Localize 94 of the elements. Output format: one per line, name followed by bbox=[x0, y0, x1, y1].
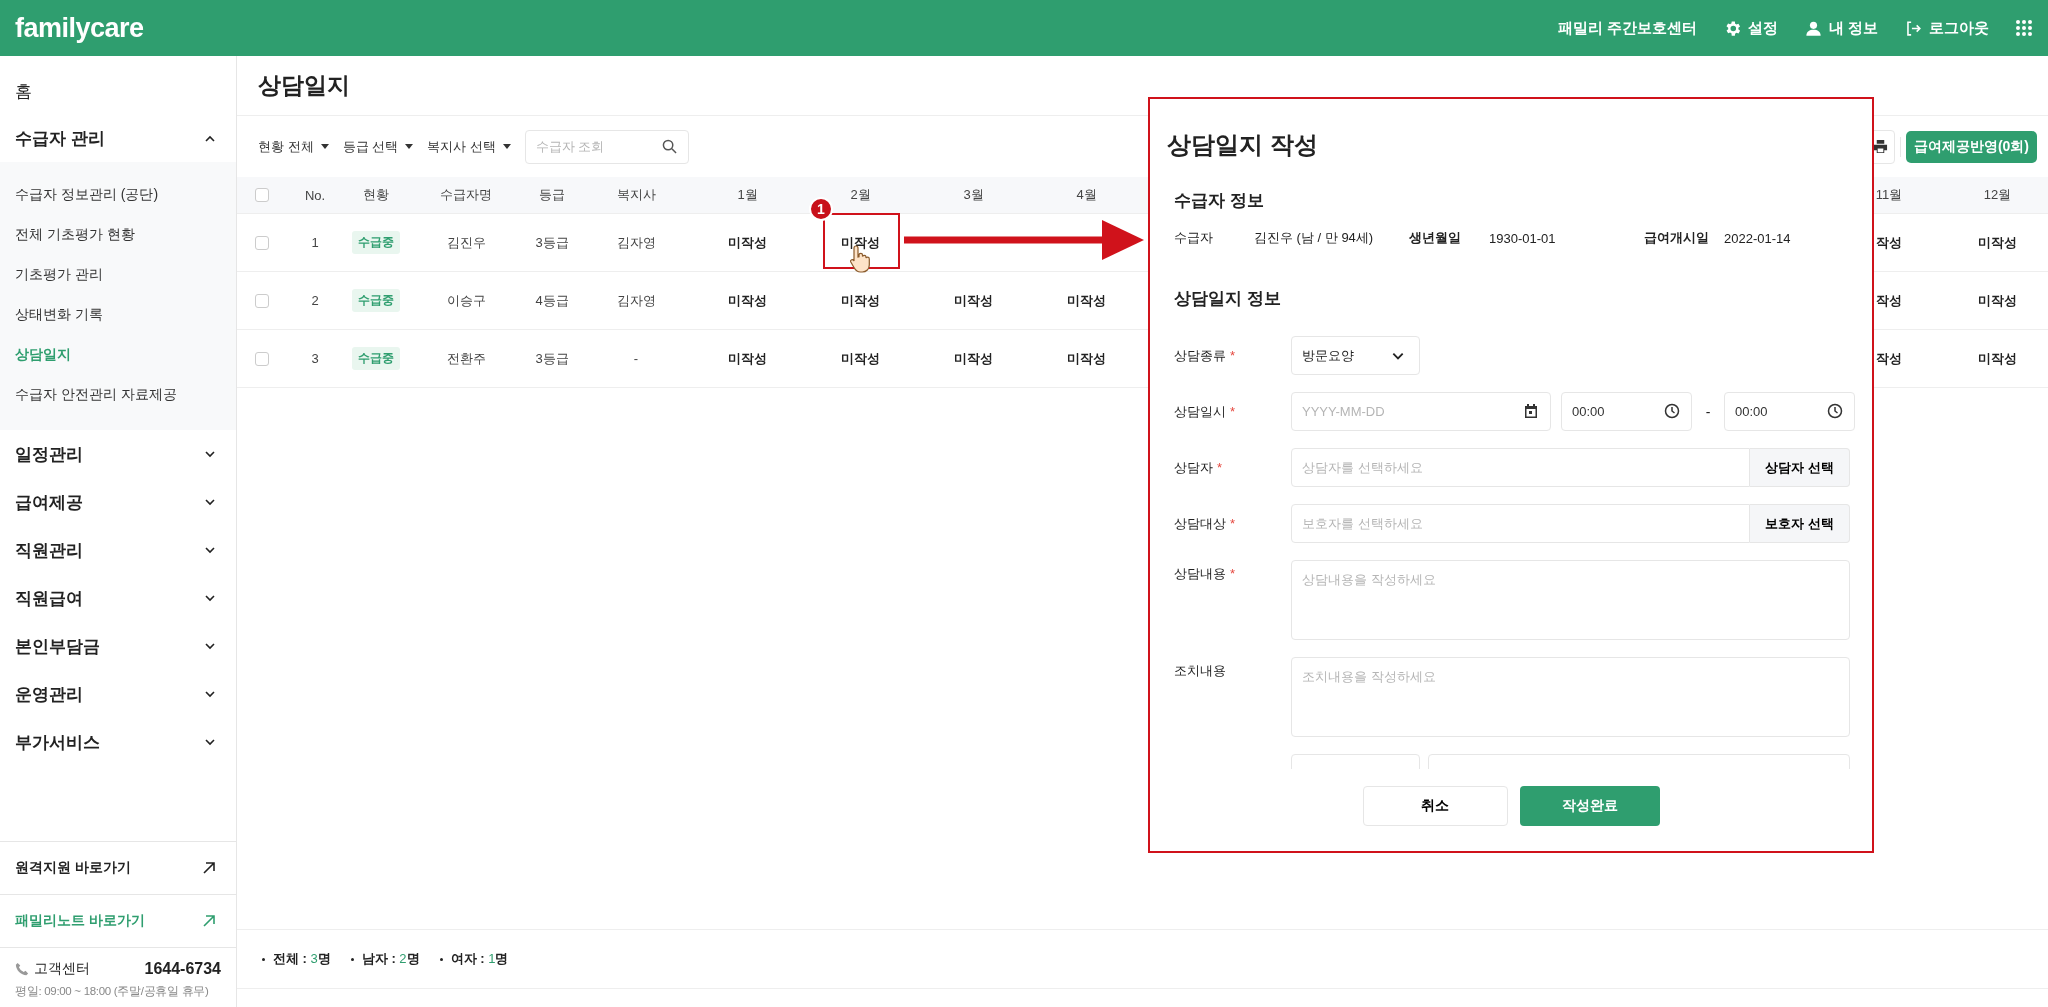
step-badge: 1 bbox=[809, 197, 833, 221]
month-cell[interactable]: 미작성 bbox=[691, 291, 804, 310]
table-cell-text: 김자영 bbox=[615, 233, 657, 252]
center-name: 패밀리 주간보호센터 bbox=[1557, 18, 1697, 38]
table-cell-text: 3등급 bbox=[534, 233, 570, 252]
shortcut-link[interactable]: 원격지원 바로가기 bbox=[0, 842, 236, 895]
support-phone: 1644-6734 bbox=[144, 960, 221, 978]
search-field[interactable]: 수급자 조회 bbox=[524, 129, 689, 164]
table-cell-text: 2 bbox=[310, 293, 320, 308]
table-cell-text: 3 bbox=[310, 351, 320, 366]
cancel-button[interactable]: 취소 bbox=[1362, 786, 1508, 826]
nav-group[interactable]: 부가서비스 bbox=[0, 718, 236, 766]
summary-text: 전체 : 3명 bbox=[273, 950, 331, 968]
column-header: 12월 bbox=[1982, 186, 2013, 204]
field-label: 상담내용 * bbox=[1174, 566, 1236, 581]
column-header: 현황 bbox=[362, 186, 390, 204]
table-cell-text: 3등급 bbox=[534, 349, 570, 368]
table-cell-text: 이승구 bbox=[445, 291, 487, 310]
status-badge: 수급중 bbox=[352, 347, 400, 370]
column-header: 1월 bbox=[736, 186, 759, 204]
time-field[interactable]: 00:00 bbox=[1561, 392, 1692, 431]
month-cell[interactable]: 미작성 bbox=[1030, 349, 1143, 368]
page-title: 상담일지 bbox=[258, 71, 350, 100]
nav-group[interactable]: 직원급여 bbox=[0, 574, 236, 622]
modal-title: 상담일지 작성 bbox=[1167, 130, 1318, 160]
select-button[interactable]: 상담자 선택 bbox=[1750, 448, 1850, 487]
submenu-item[interactable]: 수급자 정보관리 (공단) bbox=[0, 175, 236, 215]
table-cell-text: 4등급 bbox=[534, 291, 570, 310]
type-select[interactable]: 방문요양 bbox=[1291, 336, 1420, 375]
status-badge: 수급중 bbox=[352, 231, 400, 254]
field-label: 상담종류 * bbox=[1174, 348, 1236, 363]
nav-group[interactable]: 일정관리 bbox=[0, 430, 236, 478]
column-header: 4월 bbox=[1075, 186, 1098, 204]
submenu-item[interactable]: 기초평가 관리 bbox=[0, 255, 236, 295]
column-header: No. bbox=[303, 187, 327, 203]
month-cell[interactable]: 미작성 bbox=[917, 349, 1030, 368]
column-header: 등급 bbox=[538, 186, 566, 204]
nav-group[interactable]: 급여제공 bbox=[0, 478, 236, 526]
month-cell[interactable]: 미작성 bbox=[1947, 349, 2048, 368]
column-header: 3월 bbox=[962, 186, 985, 204]
nav-group[interactable]: 운영관리 bbox=[0, 670, 236, 718]
table-cell-text: 전환주 bbox=[445, 349, 487, 368]
summary-text: 남자 : 2명 bbox=[361, 950, 420, 968]
table-cell-text: 1 bbox=[310, 235, 320, 250]
table-cell-text: 김자영 bbox=[615, 291, 657, 310]
info-label: 급여개시일 bbox=[1644, 229, 1710, 247]
select-field[interactable]: 보호자를 선택하세요 bbox=[1291, 504, 1750, 543]
submenu-item[interactable]: 전체 기초평가 현황 bbox=[0, 215, 236, 255]
month-cell[interactable]: 미작성 bbox=[804, 349, 917, 368]
submenu-item[interactable]: 상태변화 기록 bbox=[0, 295, 236, 335]
field-label: 조치내용 bbox=[1174, 663, 1226, 678]
summary-text: 여자 : 1명 bbox=[450, 950, 509, 968]
month-cell[interactable]: 미작성 bbox=[691, 233, 804, 252]
column-header: 복지사 bbox=[615, 186, 657, 204]
section-title: 수급자 정보 bbox=[1174, 190, 1265, 212]
nav-item[interactable]: 홈 bbox=[0, 68, 236, 115]
field-label: 상담자 * bbox=[1174, 460, 1223, 475]
column-header: 11월 bbox=[1874, 186, 1904, 204]
range-separator: - bbox=[1704, 403, 1712, 420]
section-title: 상담일지 정보 bbox=[1174, 288, 1282, 310]
filter-dropdown[interactable]: 등급 선택 bbox=[342, 137, 414, 156]
info-value: 김진우 (남 / 만 94세) bbox=[1254, 229, 1375, 247]
filter-dropdown[interactable]: 현황 전체 bbox=[258, 137, 329, 156]
month-cell[interactable]: 미작성 bbox=[804, 291, 917, 310]
time-field[interactable]: 00:00 bbox=[1724, 392, 1855, 431]
month-cell[interactable]: 미작성 bbox=[917, 291, 1030, 310]
info-value: 1930-01-01 bbox=[1489, 230, 1557, 246]
month-cell[interactable]: 미작성 bbox=[1030, 291, 1143, 310]
info-label: 생년월일 bbox=[1409, 229, 1462, 247]
filter-dropdown[interactable]: 복지사 선택 bbox=[427, 137, 511, 156]
month-cell[interactable]: 미작성 bbox=[804, 233, 917, 252]
nav-group[interactable]: 수급자 관리 bbox=[0, 115, 236, 162]
status-badge: 수급중 bbox=[352, 289, 400, 312]
info-label: 수급자 bbox=[1174, 229, 1214, 247]
table-cell-text: - bbox=[632, 351, 640, 366]
select-field[interactable]: 상담자를 선택하세요 bbox=[1291, 448, 1750, 487]
table-cell-text: 김진우 bbox=[445, 233, 487, 252]
support-label: 고객센터 bbox=[34, 960, 91, 978]
month-cell[interactable]: 미작성 bbox=[1947, 233, 2048, 252]
month-cell[interactable]: 미작성 bbox=[1947, 291, 2048, 310]
month-cell[interactable]: 미작성 bbox=[691, 349, 804, 368]
text-area[interactable]: 조치내용을 작성하세요 bbox=[1291, 657, 1850, 737]
field-label: 상담일시 * bbox=[1174, 404, 1236, 419]
submenu-item[interactable]: 수급자 안전관리 자료제공 bbox=[0, 375, 236, 415]
select-button[interactable]: 보호자 선택 bbox=[1750, 504, 1850, 543]
text-area[interactable]: 상담내용을 작성하세요 bbox=[1291, 560, 1850, 640]
nav-group[interactable]: 본인부담금 bbox=[0, 622, 236, 670]
column-header: 수급자명 bbox=[439, 186, 493, 204]
date-field[interactable]: YYYY-MM-DD bbox=[1291, 392, 1551, 431]
field-label: 상담대상 * bbox=[1174, 516, 1236, 531]
info-value: 2022-01-14 bbox=[1724, 230, 1791, 246]
nav-group[interactable]: 직원관리 bbox=[0, 526, 236, 574]
support-hours: 평일: 09:00 ~ 18:00 (주말/공휴일 휴무) bbox=[15, 984, 210, 999]
column-header: 2월 bbox=[849, 186, 872, 204]
